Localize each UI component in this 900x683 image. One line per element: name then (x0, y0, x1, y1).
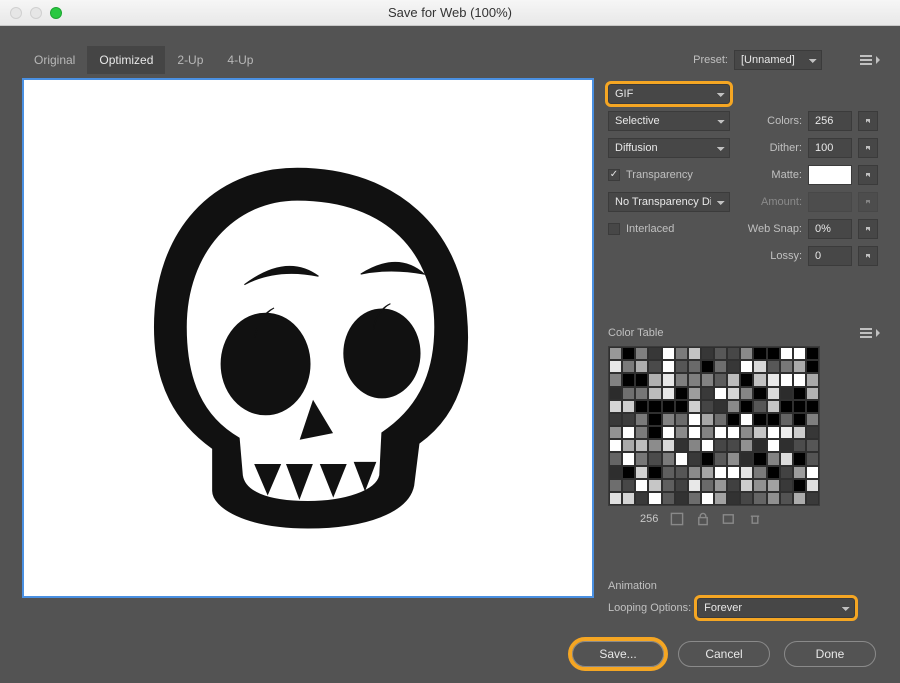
preset-label: Preset: (693, 54, 728, 66)
lock-color-icon[interactable] (696, 512, 710, 526)
delete-color-icon[interactable] (748, 512, 762, 526)
websnap-label: Web Snap: (742, 223, 802, 235)
websnap-stepper[interactable] (858, 219, 878, 239)
lossy-stepper[interactable] (858, 246, 878, 266)
colors-stepper[interactable] (858, 111, 878, 131)
cancel-button[interactable]: Cancel (678, 641, 770, 667)
preset-flyout-menu-icon[interactable] (860, 53, 878, 67)
interlaced-label: Interlaced (626, 223, 674, 235)
dither-algorithm-dropdown[interactable]: Diffusion (608, 138, 730, 158)
matte-label: Matte: (754, 169, 802, 181)
dither-field[interactable] (808, 138, 852, 158)
looping-label: Looping Options: (608, 602, 691, 614)
new-color-icon[interactable] (722, 512, 736, 526)
websnap-field[interactable] (808, 219, 852, 239)
save-for-web-dialog: Original Optimized 2-Up 4-Up Preset: [Un… (0, 26, 900, 683)
looping-options-dropdown[interactable]: Forever (697, 598, 855, 618)
interlaced-checkbox[interactable] (608, 223, 620, 235)
window-title: Save for Web (100%) (0, 5, 900, 20)
amount-field (808, 192, 852, 212)
snap-to-web-icon[interactable] (670, 512, 684, 526)
color-table-grid[interactable] (608, 346, 820, 506)
color-table-flyout-menu-icon[interactable] (860, 326, 878, 340)
transparency-label: Transparency (626, 169, 693, 181)
save-button[interactable]: Save... (572, 641, 664, 667)
preview-image (75, 126, 541, 549)
dither-stepper[interactable] (858, 138, 878, 158)
format-dropdown[interactable]: GIF (608, 84, 730, 104)
colors-label: Colors: (754, 115, 802, 127)
tab-optimized[interactable]: Optimized (87, 46, 165, 74)
amount-label: Amount: (754, 196, 802, 208)
lossy-field[interactable] (808, 246, 852, 266)
tab-original[interactable]: Original (22, 46, 87, 74)
lossy-label: Lossy: (754, 250, 802, 262)
color-reduction-dropdown[interactable]: Selective (608, 111, 730, 131)
matte-dropdown[interactable] (858, 165, 878, 185)
amount-stepper (858, 192, 878, 212)
animation-label: Animation (608, 580, 878, 592)
tab-4up[interactable]: 4-Up (215, 46, 265, 74)
preset-dropdown[interactable]: [Unnamed] (734, 50, 822, 70)
colors-field[interactable] (808, 111, 852, 131)
transparency-dither-dropdown[interactable]: No Transparency Dit... (608, 192, 730, 212)
titlebar: Save for Web (100%) (0, 0, 900, 26)
color-table-label: Color Table (608, 327, 663, 339)
transparency-checkbox[interactable] (608, 169, 620, 181)
dither-label: Dither: (754, 142, 802, 154)
view-tabs: Original Optimized 2-Up 4-Up (22, 46, 265, 74)
preview-canvas[interactable] (22, 78, 594, 598)
done-button[interactable]: Done (784, 641, 876, 667)
matte-swatch[interactable] (808, 165, 852, 185)
color-table-count: 256 (640, 513, 658, 525)
tab-2up[interactable]: 2-Up (165, 46, 215, 74)
